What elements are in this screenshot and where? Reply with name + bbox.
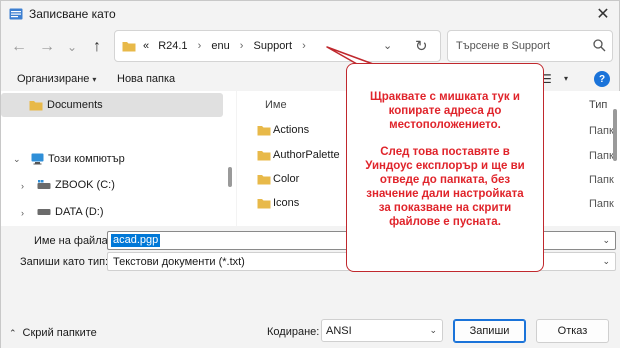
caret-down-icon: ▾ <box>92 75 97 84</box>
hide-folders-button[interactable]: ⌃ Скрий папките <box>9 327 97 339</box>
breadcrumb-separator-icon[interactable]: › <box>240 40 244 52</box>
breadcrumb-separator-icon[interactable]: › <box>198 40 202 52</box>
organize-menu[interactable]: Организиране ▾ <box>17 73 96 85</box>
encoding-label: Кодиране: <box>267 326 320 338</box>
chevron-down-icon: ⌄ <box>66 40 78 54</box>
breadcrumb-overflow[interactable]: « <box>143 40 149 52</box>
close-button[interactable]: ✕ <box>593 4 613 24</box>
back-button[interactable]: ← <box>9 37 29 57</box>
up-button[interactable]: ↑ <box>87 37 107 57</box>
file-type: Папк <box>589 198 614 210</box>
breadcrumb-item[interactable]: R24.1 <box>158 40 187 52</box>
filetype-value: Текстови документи (*.txt) <box>113 256 245 268</box>
list-item[interactable]: Icons <box>257 197 299 209</box>
file-name: Actions <box>273 124 310 136</box>
refresh-icon[interactable]: ↻ <box>415 37 428 55</box>
filename-value: acad.pgp <box>111 234 161 247</box>
sidebar-item-drive-d[interactable]: DATA (D:) <box>37 206 103 218</box>
folder-icon <box>29 101 43 111</box>
file-type: Папк <box>589 174 614 186</box>
chevron-up-icon: ⌃ <box>9 327 17 338</box>
recent-locations-button[interactable]: ⌄ <box>62 37 82 57</box>
drive-icon <box>37 209 51 215</box>
callout-line: местоположението. <box>389 119 501 131</box>
notepad-icon <box>9 8 23 20</box>
folder-icon <box>257 151 271 161</box>
search-placeholder: Търсене в Support <box>456 40 551 52</box>
list-item[interactable]: Color <box>257 173 299 185</box>
search-icon <box>593 39 606 52</box>
column-header-name[interactable]: Име <box>265 99 287 111</box>
new-folder-button[interactable]: Нова папка <box>117 73 175 85</box>
folder-icon <box>257 175 271 185</box>
file-type: Папк <box>589 150 614 162</box>
forward-arrow-icon: → <box>39 38 55 55</box>
callout-line: След това поставяте в <box>380 146 510 158</box>
encoding-select[interactable]: ANSI ⌄ <box>321 319 443 342</box>
list-item[interactable]: Actions <box>257 124 309 136</box>
encoding-value: ANSI <box>326 325 352 337</box>
callout-line: Уиндоус експлорър и ще ви <box>365 160 525 172</box>
breadcrumb-separator-icon[interactable]: › <box>302 40 306 52</box>
drive-icon <box>37 180 51 189</box>
sidebar-item-label: Този компютър <box>48 153 125 165</box>
address-bar[interactable]: « R24.1 › enu › Support › ⌄ ↻ <box>114 30 441 62</box>
file-list-scrollbar[interactable] <box>613 109 617 161</box>
folder-icon <box>257 126 271 136</box>
annotation-callout: Щраквате с мишката тук и копирате адреса… <box>346 63 544 272</box>
sidebar-item-this-pc[interactable]: Този компютър <box>31 153 125 165</box>
folder-icon <box>257 199 271 209</box>
callout-line: значение дали настройката <box>366 188 524 200</box>
callout-line: за показване на скрити <box>378 202 512 214</box>
chevron-right-icon[interactable]: › <box>21 208 24 218</box>
filetype-label: Запиши като тип: <box>20 256 109 268</box>
save-as-dialog: Записване като ✕ ← → ⌄ ↑ « R24.1 › enu ›… <box>0 0 620 348</box>
cancel-button[interactable]: Отказ <box>536 319 609 343</box>
window-title: Записване като <box>29 7 116 21</box>
callout-line: Щраквате с мишката тук и <box>370 91 520 103</box>
title-bar: Записване като ✕ <box>1 1 620 27</box>
hide-folders-label: Скрий папките <box>22 327 97 339</box>
list-item[interactable]: AuthorPalette <box>257 149 340 161</box>
sidebar-item-label: Documents <box>47 99 103 111</box>
chevron-down-icon: ⌄ <box>602 256 610 266</box>
help-button[interactable]: ? <box>594 71 610 87</box>
sidebar-item-documents[interactable]: Documents <box>29 99 103 111</box>
chevron-down-icon[interactable]: ⌄ <box>13 154 21 165</box>
chevron-right-icon[interactable]: › <box>21 181 24 191</box>
sidebar-item-drive-c[interactable]: ZBOOK (C:) <box>37 179 115 191</box>
search-input[interactable]: Търсене в Support <box>447 30 613 62</box>
filename-label: Име на файла: <box>34 235 111 247</box>
callout-line: отведе до папката, без <box>379 174 511 186</box>
file-name: Icons <box>273 197 300 209</box>
breadcrumb-item[interactable]: Support <box>254 40 293 52</box>
computer-icon <box>31 153 44 165</box>
sidebar-item-label: DATA (D:) <box>55 206 104 218</box>
callout-line: файлове е пусната. <box>389 216 501 228</box>
folder-icon <box>122 42 136 52</box>
organize-label: Организиране <box>17 73 90 85</box>
breadcrumb-item[interactable]: enu <box>211 40 229 52</box>
nav-scrollbar[interactable] <box>228 167 232 187</box>
chevron-down-icon: ⌄ <box>429 325 437 335</box>
chevron-down-icon[interactable]: ⌄ <box>602 235 610 246</box>
breadcrumb: « R24.1 › enu › Support › <box>143 40 313 52</box>
file-type: Папк <box>589 125 614 137</box>
back-arrow-icon: ← <box>11 38 27 55</box>
sidebar-item-label: ZBOOK (C:) <box>55 179 115 191</box>
file-name: Color <box>273 173 300 185</box>
callout-line: копирате адреса до <box>388 105 502 117</box>
file-name: AuthorPalette <box>273 149 340 161</box>
forward-button[interactable]: → <box>37 37 57 57</box>
up-arrow-icon: ↑ <box>93 38 101 55</box>
column-header-type[interactable]: Тип <box>589 99 607 111</box>
caret-down-icon[interactable]: ▾ <box>564 74 568 83</box>
close-icon: ✕ <box>596 6 610 23</box>
address-dropdown-icon[interactable]: ⌄ <box>383 39 392 52</box>
save-button[interactable]: Запиши <box>453 319 526 343</box>
